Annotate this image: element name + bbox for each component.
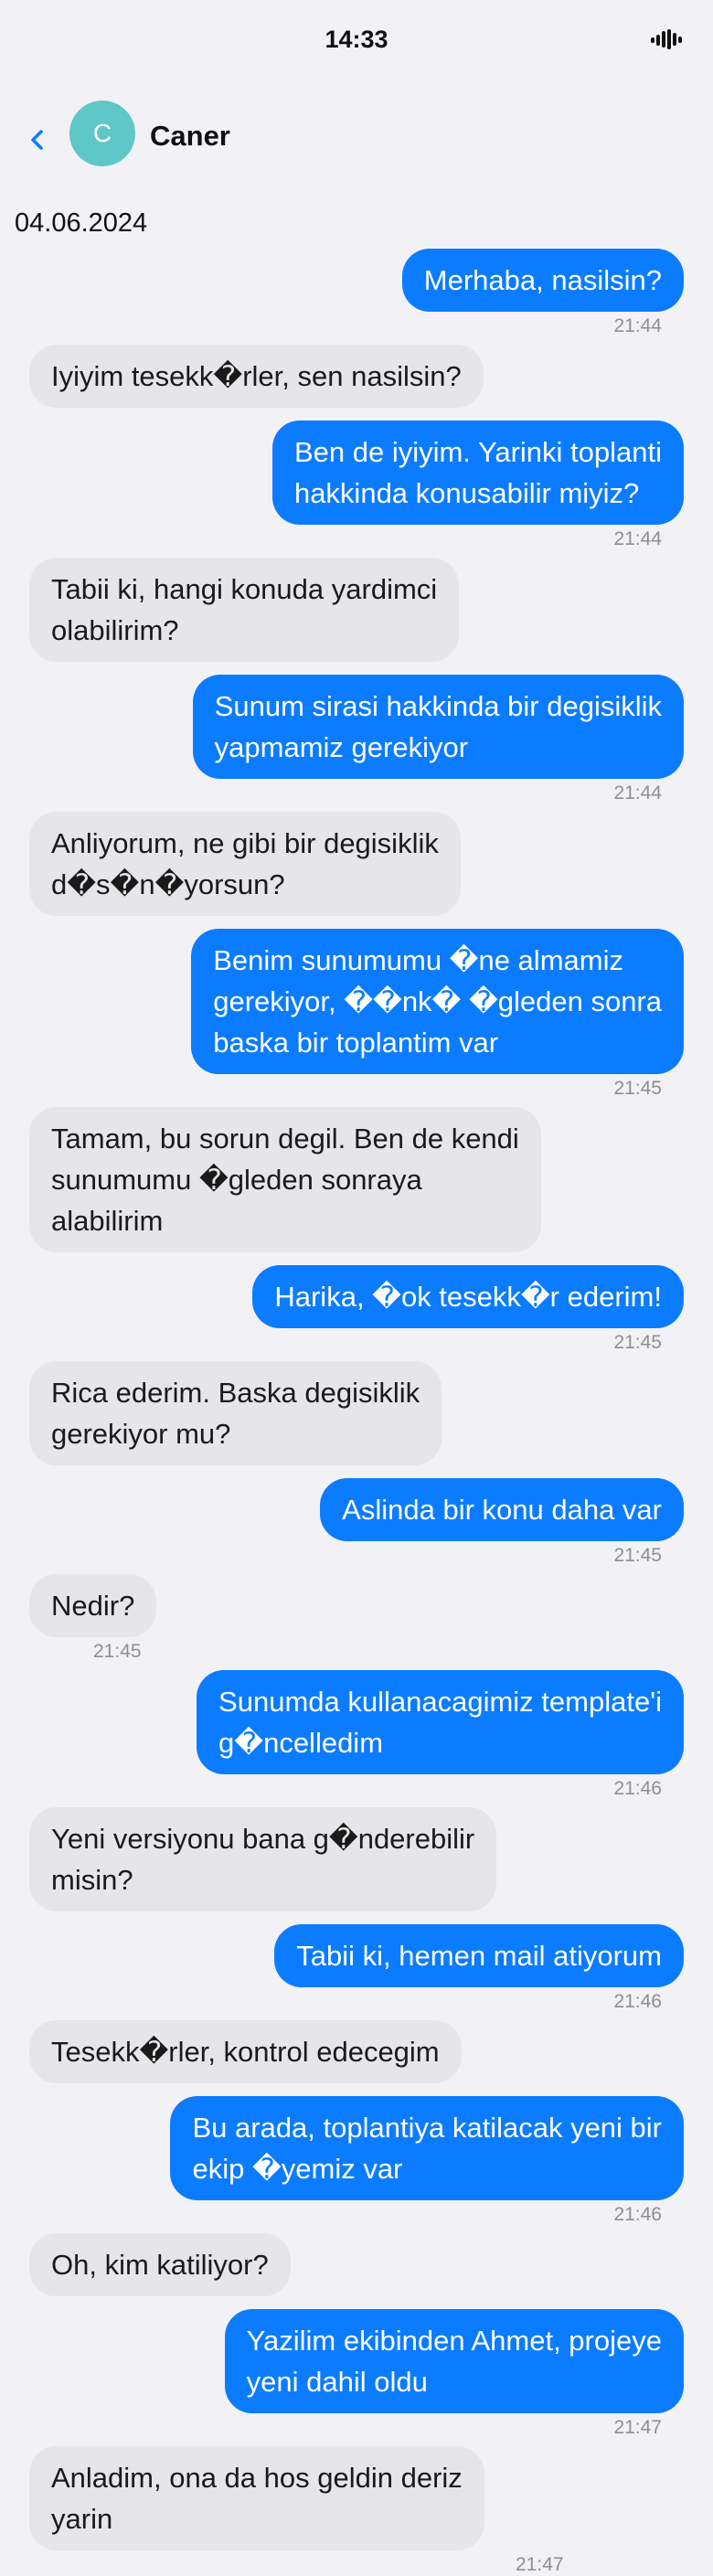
incoming-message-bubble[interactable]: Nedir? <box>29 1574 157 1637</box>
incoming-message-bubble[interactable]: Tamam, bu sorun degil. Ben de kendi sunu… <box>29 1107 541 1252</box>
message-timestamp: 21:47 <box>516 2554 564 2575</box>
incoming-message-bubble[interactable]: Anladim, ona da hos geldin deriz yarin <box>29 2446 484 2550</box>
outgoing-message-bubble[interactable]: Bu arada, toplantiya katilacak yeni bir … <box>170 2096 684 2200</box>
message-timestamp: 21:46 <box>613 2204 662 2225</box>
incoming-message-bubble[interactable]: Rica ederim. Baska degisiklik gerekiyor … <box>29 1361 442 1465</box>
outgoing-message-bubble[interactable]: Ben de iyiyim. Yarinki toplanti hakkinda… <box>271 420 684 525</box>
incoming-message-bubble[interactable]: Yeni versiyonu bana g�nderebilir misin? <box>29 1807 497 1911</box>
outgoing-message-bubble[interactable]: Sunum sirasi hakkinda bir degisiklik yap… <box>192 675 684 779</box>
avatar[interactable]: C <box>69 101 135 166</box>
status-time: 14:33 <box>325 26 388 53</box>
outgoing-message-bubble[interactable]: Benim sunumumu �ne almamiz gerekiyor, ��… <box>191 929 684 1074</box>
outgoing-message-bubble[interactable]: Aslinda bir konu daha var <box>320 1478 684 1541</box>
message-timestamp: 21:45 <box>613 1078 662 1099</box>
message-timestamp: 21:44 <box>613 315 662 336</box>
incoming-message-bubble[interactable]: Tesekk�rler, kontrol edecegim <box>29 2020 462 2083</box>
date-label: 04.06.2024 <box>15 208 148 238</box>
incoming-message-bubble[interactable]: Oh, kim katiliyor? <box>29 2233 291 2296</box>
incoming-message-bubble[interactable]: Tabii ki, hangi konuda yardimci olabilir… <box>29 558 460 662</box>
message-timestamp: 21:45 <box>613 1545 662 1566</box>
outgoing-message-bubble[interactable]: Merhaba, nasilsin? <box>401 249 684 312</box>
chat-header: C Caner <box>0 99 713 176</box>
message-timestamp: 21:46 <box>613 1991 662 2012</box>
outgoing-message-bubble[interactable]: Harika, �ok tesekk�r ederim! <box>252 1265 684 1328</box>
outgoing-message-bubble[interactable]: Sunumda kullanacagimiz template'i g�ncel… <box>197 1670 684 1774</box>
message-timestamp: 21:44 <box>613 782 662 804</box>
message-timestamp: 21:45 <box>93 1641 142 1662</box>
chevron-left-icon[interactable] <box>24 126 51 154</box>
contact-name[interactable]: Caner <box>150 120 230 153</box>
message-timestamp: 21:44 <box>613 528 662 549</box>
incoming-message-bubble[interactable]: Anliyorum, ne gibi bir degisiklik d�s�n�… <box>29 812 461 916</box>
outgoing-message-bubble[interactable]: Tabii ki, hemen mail atiyorum <box>274 1924 684 1987</box>
message-timestamp: 21:45 <box>613 1332 662 1353</box>
incoming-message-bubble[interactable]: Iyiyim tesekk�rler, sen nasilsin? <box>29 345 484 408</box>
status-bar: 14:33 <box>0 0 713 84</box>
signal-icon <box>651 29 682 49</box>
message-timestamp: 21:47 <box>613 2417 662 2438</box>
outgoing-message-bubble[interactable]: Yazilim ekibinden Ahmet, projeye yeni da… <box>224 2309 684 2413</box>
message-timestamp: 21:46 <box>613 1778 662 1799</box>
